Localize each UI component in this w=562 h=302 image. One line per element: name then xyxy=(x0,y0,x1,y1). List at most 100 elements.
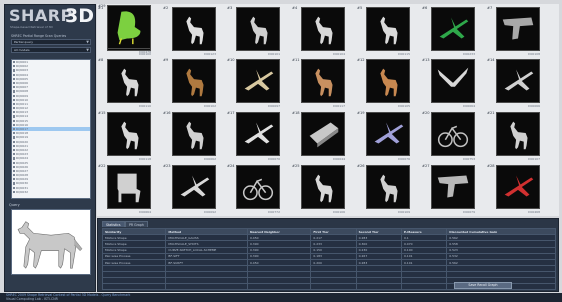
result-item[interactable]: #9 D00102 xyxy=(163,58,219,110)
result-item[interactable]: #4 D00104 xyxy=(292,6,348,58)
result-item[interactable]: #3 D00101 xyxy=(227,6,283,58)
checkbox[interactable] xyxy=(12,182,15,185)
result-item[interactable]: #15 D00118 xyxy=(98,111,154,163)
result-thumbnail[interactable] xyxy=(172,165,216,209)
checkbox[interactable] xyxy=(12,128,15,131)
checkbox[interactable] xyxy=(12,161,15,164)
checkbox[interactable] xyxy=(12,102,15,106)
model-list[interactable]: RQ0001 RQ0002 RQ0003 RQ0004 RQ0005 RQ0006 RQ00… xyxy=(11,59,91,199)
result-item[interactable]: #14 D00066 xyxy=(487,58,543,110)
checkbox[interactable] xyxy=(12,111,15,114)
tab-pr-graph[interactable]: PR Graph xyxy=(125,221,148,227)
checkbox[interactable] xyxy=(12,98,15,101)
checkbox[interactable] xyxy=(12,153,15,156)
result-thumbnail[interactable] xyxy=(496,59,540,103)
result-item[interactable]: #28 D00468 xyxy=(487,164,543,216)
checkbox[interactable] xyxy=(12,136,15,139)
checkbox[interactable] xyxy=(12,94,15,97)
save-recall-graph-button[interactable]: Save Recall Graph xyxy=(454,282,512,289)
result-item[interactable]: #27 D00079 xyxy=(422,164,478,216)
checkbox[interactable] xyxy=(12,132,15,135)
result-rank: #10 xyxy=(227,58,235,62)
result-thumbnail[interactable] xyxy=(431,7,475,51)
tab-statistics[interactable]: Statistics xyxy=(102,221,125,227)
checkbox[interactable] xyxy=(12,169,15,173)
result-thumbnail[interactable] xyxy=(366,59,410,103)
plane-model-image xyxy=(180,175,210,197)
checkbox[interactable] xyxy=(12,178,15,181)
result-item[interactable]: #7 D00108 xyxy=(487,6,543,58)
result-item[interactable]: #5 D00115 xyxy=(357,6,413,58)
result-thumbnail[interactable] xyxy=(431,59,475,103)
result-thumbnail[interactable] xyxy=(431,112,475,156)
checkbox[interactable] xyxy=(12,65,15,68)
result-thumbnail[interactable] xyxy=(301,165,345,209)
result-item[interactable]: #2 D00123 xyxy=(163,6,219,58)
checkbox[interactable] xyxy=(12,119,15,122)
result-item[interactable]: #26 D00109 xyxy=(357,164,413,216)
checkbox[interactable] xyxy=(12,107,15,110)
result-thumbnail[interactable] xyxy=(431,165,475,209)
model-filter-select[interactable]: All models ▼ xyxy=(11,47,91,53)
result-model-id: D00104 xyxy=(333,52,345,56)
result-thumbnail[interactable] xyxy=(107,5,151,49)
checkbox[interactable] xyxy=(12,77,15,80)
result-thumbnail[interactable] xyxy=(236,59,280,103)
checkbox[interactable] xyxy=(12,165,15,168)
result-item[interactable]: #16 D00062 xyxy=(163,111,219,163)
checkbox[interactable] xyxy=(12,123,15,126)
checkbox[interactable] xyxy=(12,115,15,118)
checkbox[interactable] xyxy=(12,81,15,85)
result-item[interactable]: #25 D00106 xyxy=(292,164,348,216)
result-item[interactable]: #10 D00097 xyxy=(227,58,283,110)
result-thumbnail[interactable] xyxy=(496,112,540,156)
result-rank: #5 xyxy=(357,6,363,10)
result-item[interactable]: #19 D00076 xyxy=(357,111,413,163)
result-item[interactable]: #11 D00117 xyxy=(292,58,348,110)
checkbox[interactable] xyxy=(12,157,15,160)
result-thumbnail[interactable] xyxy=(107,165,151,209)
checkbox[interactable] xyxy=(12,144,15,147)
result-item[interactable]: #6 D00233 xyxy=(422,6,478,58)
result-thumbnail[interactable] xyxy=(107,59,151,103)
result-thumbnail[interactable] xyxy=(301,7,345,51)
result-thumbnail[interactable] xyxy=(366,165,410,209)
result-item[interactable]: #22 D00664 xyxy=(98,164,154,216)
checkbox[interactable] xyxy=(12,140,15,143)
result-item[interactable]: #20 D00753 xyxy=(422,111,478,163)
checkbox[interactable] xyxy=(12,174,15,177)
list-item[interactable]: RQ0032 xyxy=(12,190,90,194)
result-item[interactable]: #13 D00064 xyxy=(422,58,478,110)
result-item[interactable]: #29 D00478 xyxy=(98,4,154,56)
result-thumbnail[interactable] xyxy=(366,7,410,51)
checkbox[interactable] xyxy=(12,86,15,89)
result-thumbnail[interactable] xyxy=(107,112,151,156)
result-thumbnail[interactable] xyxy=(236,112,280,156)
result-item[interactable]: #21 D00107 xyxy=(487,111,543,163)
checkbox[interactable] xyxy=(12,90,15,93)
result-thumbnail[interactable] xyxy=(301,59,345,103)
checkbox[interactable] xyxy=(12,61,15,64)
checkbox[interactable] xyxy=(12,186,15,189)
result-item[interactable]: #23 D00092 xyxy=(163,164,219,216)
result-item[interactable]: #12 D00105 xyxy=(357,58,413,110)
result-thumbnail[interactable] xyxy=(236,165,280,209)
checkbox[interactable] xyxy=(12,73,15,76)
result-thumbnail[interactable] xyxy=(172,7,216,51)
result-thumbnail[interactable] xyxy=(496,165,540,209)
result-thumbnail[interactable] xyxy=(366,112,410,156)
benchmark-select[interactable]: Partial query ▼ xyxy=(11,39,91,45)
result-item[interactable]: #18 D00044 xyxy=(292,111,348,163)
result-item[interactable]: #24 D00772 xyxy=(227,164,283,216)
result-thumbnail[interactable] xyxy=(236,7,280,51)
logo-text: SHARP xyxy=(9,6,73,25)
checkbox[interactable] xyxy=(12,69,15,72)
result-thumbnail[interactable] xyxy=(172,59,216,103)
checkbox[interactable] xyxy=(12,190,15,193)
result-thumbnail[interactable] xyxy=(496,7,540,51)
result-item[interactable]: #17 D00070 xyxy=(227,111,283,163)
result-item[interactable]: #8 D00110 xyxy=(98,58,154,110)
result-thumbnail[interactable] xyxy=(172,112,216,156)
result-thumbnail[interactable] xyxy=(301,112,345,156)
checkbox[interactable] xyxy=(12,148,15,152)
